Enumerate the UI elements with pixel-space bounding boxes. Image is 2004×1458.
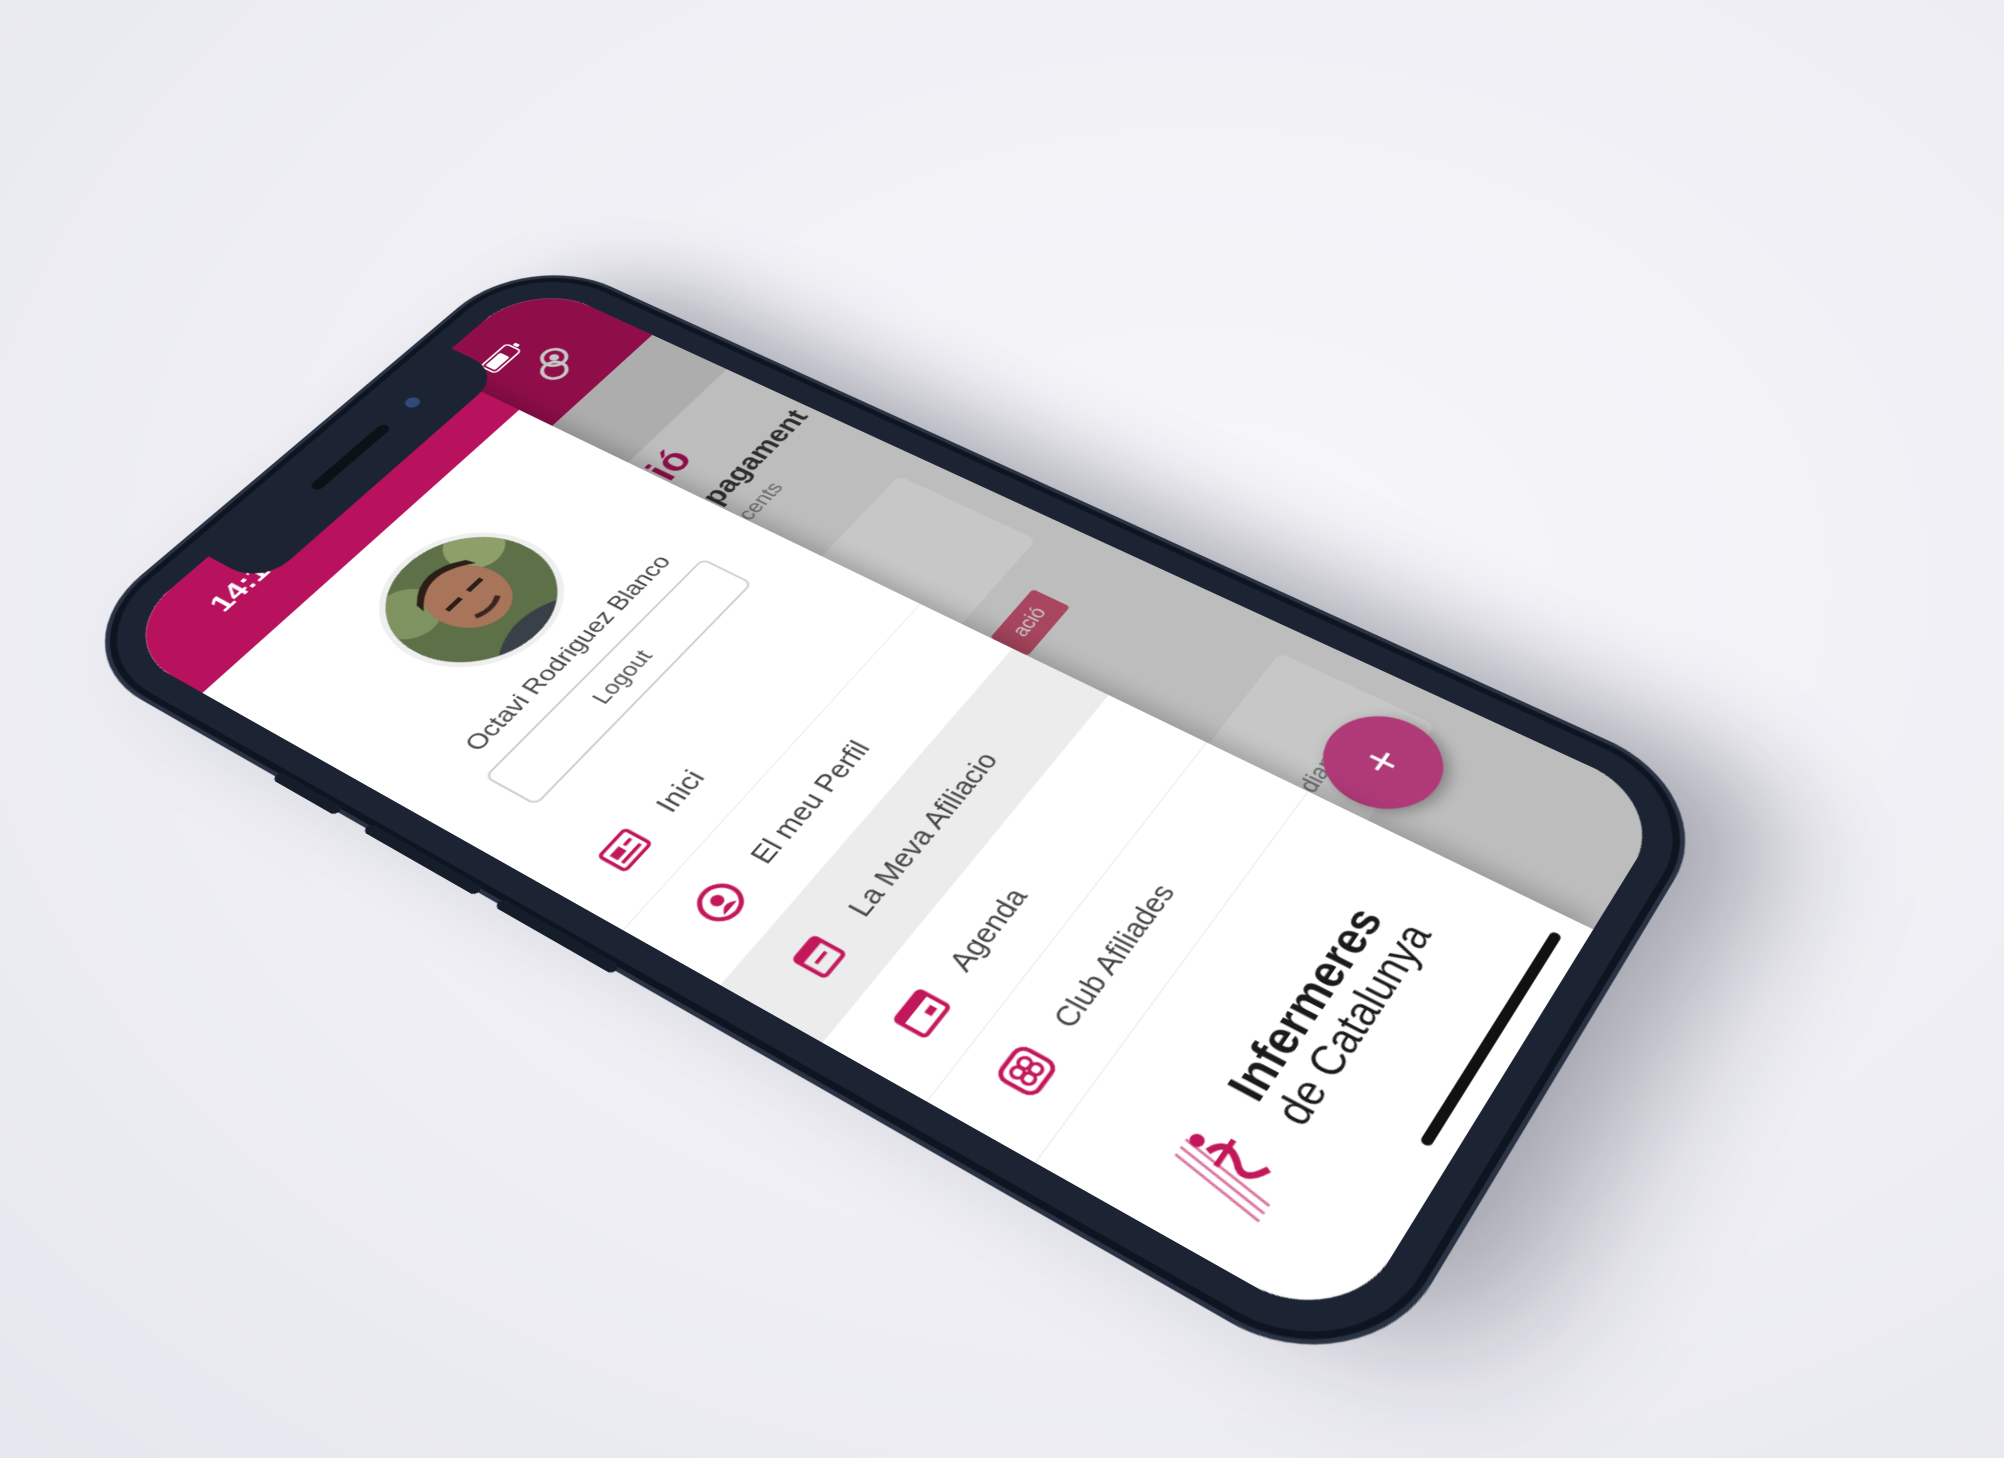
- brand-wordmark: Infermeres de Catalunya: [1218, 894, 1442, 1134]
- app-card: [951, 652, 1436, 1169]
- phone-device: ió pagament cents ació diants + 14:19 Oc…: [69, 257, 1710, 1380]
- menu-item-label: Agenda: [940, 882, 1035, 977]
- menu-item-club-afiliades[interactable]: Club Afiliades: [927, 742, 1309, 1164]
- app-footer-fragment: diants: [1292, 738, 1353, 797]
- menu-item-agenda[interactable]: Agenda: [822, 695, 1207, 1102]
- membership-icon: [784, 928, 855, 986]
- front-camera: [401, 395, 424, 410]
- menu-item-label: Inici: [647, 764, 711, 817]
- menu-item-label: Club Afiliades: [1044, 878, 1182, 1034]
- nurse-logo-icon: [1146, 1095, 1310, 1232]
- mockup-scene: ió pagament cents ació diants + 14:19 Oc…: [0, 0, 2004, 1458]
- profile-icon: [685, 875, 755, 931]
- brand-line-2: de Catalunya: [1264, 916, 1442, 1134]
